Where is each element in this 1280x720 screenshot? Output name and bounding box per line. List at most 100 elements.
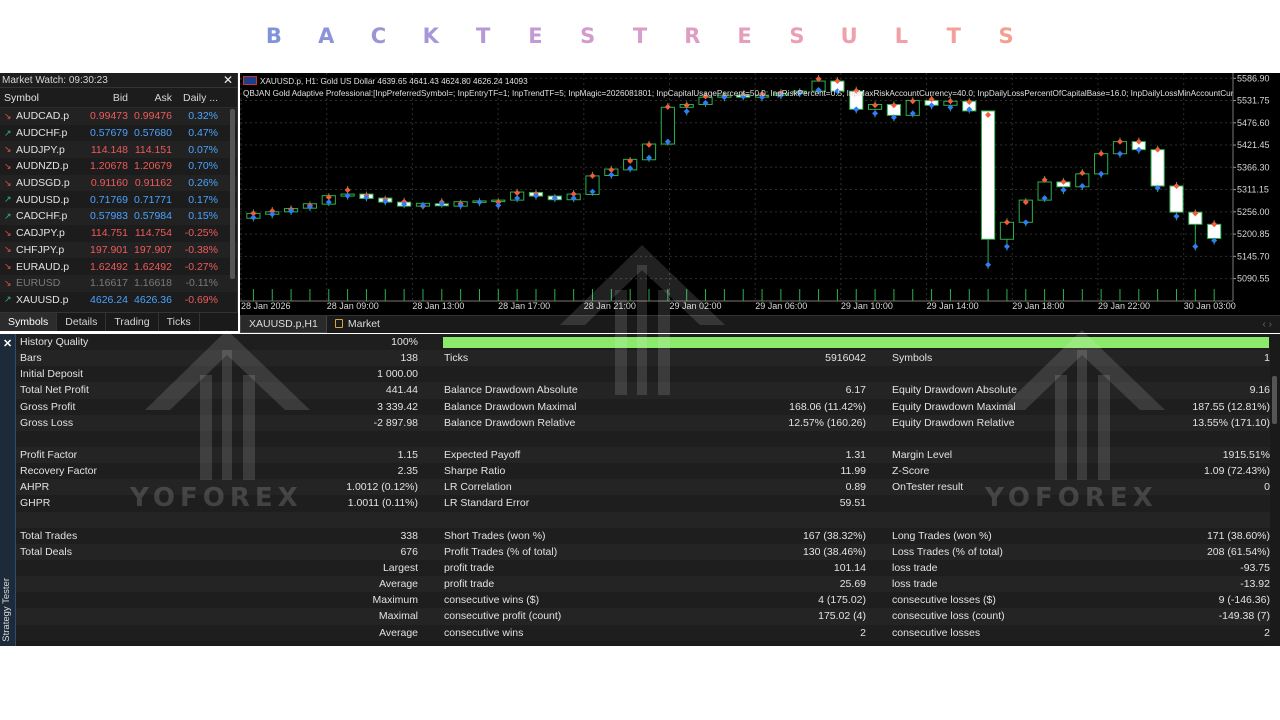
stat-value: 0.89: [845, 481, 866, 494]
daily-change-cell: 0.47%: [188, 127, 218, 140]
symbol-name: CADCHF.p: [16, 210, 68, 223]
ask-cell: 1.16618: [134, 277, 172, 290]
market-watch-row[interactable]: ↗ AUDUSD.p 0.71769 0.71771 0.17%: [0, 191, 237, 208]
stat-value: 1.0012 (0.12%): [346, 481, 418, 494]
trade-marker-buy: [1192, 243, 1199, 250]
tab-trading[interactable]: Trading: [106, 313, 159, 331]
stat-value: 9 (-146.36): [1218, 594, 1270, 607]
stat-value: 100%: [391, 336, 418, 349]
stat-value: 171 (38.60%): [1206, 529, 1270, 542]
price-axis-label: 5476.60: [1237, 118, 1270, 128]
candle-body: [1150, 149, 1165, 187]
symbol-cell: ↗ CADCHF.p: [0, 210, 86, 222]
market-watch-row[interactable]: ↘ AUDSGD.p 0.91160 0.91162 0.26%: [0, 174, 237, 192]
ask-cell: 0.57984: [134, 210, 172, 223]
trade-marker-buy: [872, 110, 879, 117]
close-icon[interactable]: ✕: [3, 337, 12, 350]
results-row: Largest profit trade 101.14 loss trade -93.7…: [16, 559, 1270, 577]
banner: BACKTESTRESULTS: [0, 0, 1280, 72]
stat-value: Maximum: [372, 594, 418, 607]
stat-value: -149.38 (7): [1218, 610, 1270, 623]
stat-value: 13.55% (171.10): [1192, 416, 1270, 429]
stat-value: 167 (38.32%): [802, 529, 866, 542]
tab-details[interactable]: Details: [57, 313, 107, 331]
bid-cell: 197.901: [90, 243, 128, 256]
tab-scroll-arrows[interactable]: ‹ ›: [1263, 319, 1280, 330]
stat-label: Symbols: [892, 352, 933, 365]
stat-label: Equity Drawdown Maximal: [892, 400, 1016, 413]
tab-symbols[interactable]: Symbols: [0, 313, 58, 331]
arrow-up-icon: ↗: [4, 294, 12, 305]
stat-label: consecutive loss (count): [892, 610, 1005, 623]
market-watch-row[interactable]: ↘ EURUSD 1.16617 1.16618 -0.11%: [0, 274, 237, 292]
price-axis-label: 5311.15: [1237, 185, 1269, 195]
bid-cell: 1.16617: [90, 277, 128, 290]
time-axis-label: 29 Jan 14:00: [927, 301, 979, 311]
daily-change-cell: -0.38%: [184, 243, 218, 256]
stat-label: Total Deals: [20, 545, 72, 558]
candle-body: [1169, 185, 1184, 213]
results-row: [16, 430, 1270, 447]
arrow-down-icon: ↘: [4, 160, 12, 171]
tab-ticks[interactable]: Ticks: [159, 313, 200, 331]
tab-xauusd-h1[interactable]: XAUUSD.p,H1: [240, 316, 327, 333]
tab-market-label: Market: [347, 318, 380, 330]
trade-marker-buy: [1173, 213, 1180, 220]
market-watch-row[interactable]: ↗ CADCHF.p 0.57983 0.57984 0.15%: [0, 208, 237, 225]
market-watch-row[interactable]: ↗ XAUUSD.p 4626.24 4626.36 -0.69%: [0, 292, 237, 309]
stat-label: Expected Payoff: [444, 449, 521, 462]
bid-cell: 114.751: [90, 227, 128, 240]
daily-change-cell: 0.17%: [188, 193, 218, 206]
market-watch-row[interactable]: ↘ AUDCAD.p 0.99473 0.99476 0.32%: [0, 108, 237, 125]
time-axis-label: 29 Jan 02:00: [670, 301, 722, 311]
daily-change-cell: 0.26%: [188, 177, 218, 190]
tab-market[interactable]: Market: [327, 316, 388, 333]
stat-label: Gross Loss: [20, 416, 74, 429]
market-watch-row[interactable]: ↗ AUDCHF.p 0.57679 0.57680 0.47%: [0, 125, 237, 142]
scrollbar[interactable]: [230, 109, 235, 279]
close-icon[interactable]: ✕: [223, 73, 233, 87]
column-header-daily[interactable]: Daily ...: [174, 92, 222, 104]
results-row: Gross Loss -2 897.98 Balance Drawdown Rela…: [16, 414, 1270, 431]
column-header-bid[interactable]: Bid: [86, 92, 130, 104]
market-watch-row[interactable]: ↘ EURAUD.p 1.62492 1.62492 -0.27%: [0, 258, 237, 275]
market-watch-row[interactable]: ↘ AUDNZD.p 1.20678 1.20679 0.70%: [0, 158, 237, 175]
chart-canvas[interactable]: 5586.90 5531.75 5476.60 5421.45 5366.30 5311.…: [240, 73, 1280, 315]
candle-body: [981, 110, 996, 240]
stat-label: Balance Drawdown Relative: [444, 416, 576, 429]
time-axis-label: 28 Jan 13:00: [412, 301, 464, 311]
market-watch-row[interactable]: ↘ CHFJPY.p 197.901 197.907 -0.38%: [0, 241, 237, 259]
trade-marker-buy: [1003, 243, 1010, 250]
time-axis-label: 28 Jan 2026: [241, 301, 291, 311]
daily-change-cell: 0.32%: [188, 110, 218, 123]
chart-ohlc-text: XAUUSD.p, H1: Gold US Dollar 4639.65 464…: [260, 77, 528, 86]
column-header-ask[interactable]: Ask: [130, 92, 174, 104]
candle-body: [660, 106, 675, 145]
market-watch-row[interactable]: ↘ CADJPY.p 114.751 114.754 -0.25%: [0, 225, 237, 242]
banner-title: BACKTESTRESULTS: [248, 24, 1032, 48]
banner-letter: C: [370, 24, 387, 48]
stat-value: -13.92: [1240, 578, 1270, 591]
symbol-name: AUDCHF.p: [16, 127, 68, 140]
arrow-down-icon: ↘: [4, 110, 12, 121]
stat-value: Largest: [382, 562, 418, 575]
stat-label: Equity Drawdown Relative: [892, 416, 1015, 429]
symbol-cell: ↘ CHFJPY.p: [0, 244, 86, 256]
stat-label: consecutive wins: [444, 626, 524, 639]
scrollbar[interactable]: [1272, 376, 1277, 424]
market-watch-row[interactable]: ↘ AUDJPY.p 114.148 114.151 0.07%: [0, 141, 237, 159]
stat-label: Initial Deposit: [20, 368, 84, 381]
ask-cell: 197.907: [134, 243, 172, 256]
banner-letter: B: [265, 24, 282, 48]
bid-cell: 0.57983: [90, 210, 128, 223]
column-header-symbol[interactable]: Symbol: [0, 92, 86, 104]
stat-label: Loss Trades (% of total): [892, 545, 1003, 558]
market-watch-tabs: Symbols Details Trading Ticks: [0, 312, 238, 331]
price-chart[interactable]: 5586.90 5531.75 5476.60 5421.45 5366.30 5311.…: [240, 73, 1280, 315]
price-axis-label: 5090.55: [1237, 274, 1270, 284]
stat-label: Sharpe Ratio: [444, 465, 506, 478]
results-row: Average profit trade 25.69 loss trade -13.92: [16, 576, 1270, 593]
banner-letter: L: [894, 24, 909, 48]
lock-icon: [334, 319, 343, 328]
stat-value: 9.16: [1249, 384, 1270, 397]
